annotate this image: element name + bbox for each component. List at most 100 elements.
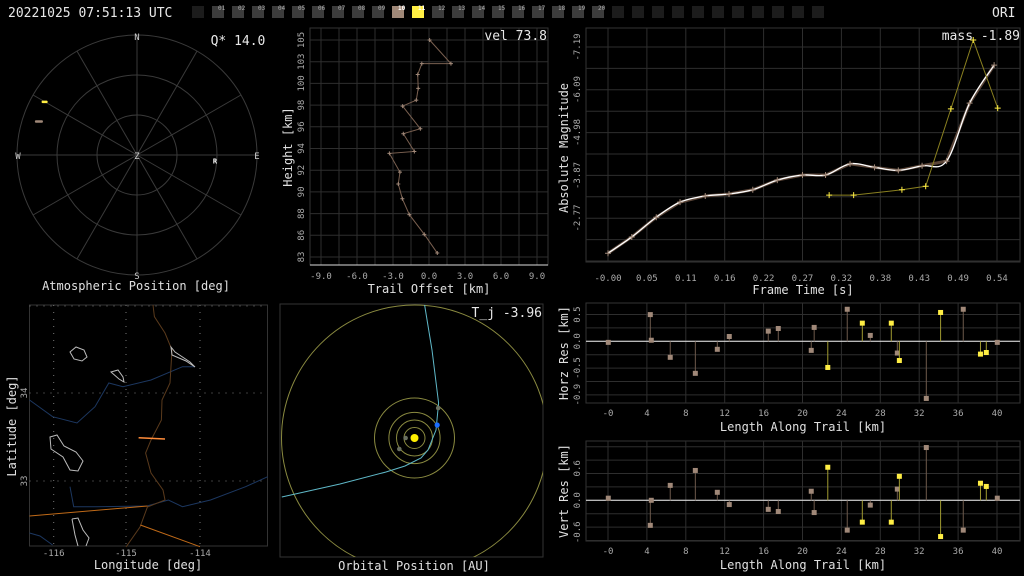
y-tick-label: 0.5 xyxy=(573,306,583,322)
trail-point xyxy=(419,61,424,66)
camera2-magnitude-point xyxy=(898,186,905,193)
station-code: ORI xyxy=(992,6,1015,21)
x-tick-label: 36 xyxy=(953,547,964,557)
azimuth-spoke xyxy=(32,154,138,216)
camera1-residual-point xyxy=(844,306,850,312)
map-ylabel: Latitude [deg] xyxy=(5,375,19,476)
vertical-residual-plot: -0 4 8 12 16 20 24 28 32 36 40 0.6 0.0 -0.6 xyxy=(573,440,1021,557)
frame-slot-empty xyxy=(632,6,644,18)
y-tick-label: -2.77 xyxy=(573,204,583,231)
camera1-magnitude-point xyxy=(895,167,902,174)
sun-icon xyxy=(410,434,419,442)
y-tick-label: 0.0 xyxy=(573,492,583,508)
frame-number: 09 xyxy=(378,5,386,12)
map-lakes xyxy=(49,345,196,547)
x-tick-label: -9.0 xyxy=(310,272,332,282)
frame-slot-empty xyxy=(732,6,744,18)
frame-number: 08 xyxy=(358,5,366,12)
frame-number: 18 xyxy=(558,5,566,12)
frame-number: 07 xyxy=(338,5,346,12)
x-tick-label: 20 xyxy=(797,409,808,419)
meteoroid-orbit xyxy=(281,304,440,498)
camera2-residual-point xyxy=(825,464,831,470)
camera1-residual-point xyxy=(923,395,929,401)
map-border xyxy=(29,505,148,517)
camera1-residual-point xyxy=(811,324,817,330)
camera1-residual-point xyxy=(714,346,720,352)
map-boundary xyxy=(125,304,173,548)
timestamp: 20221025 07:51:13 UTC xyxy=(8,6,172,21)
camera2-magnitude-point xyxy=(994,105,1001,112)
camera1-residual-point xyxy=(667,354,673,360)
meteor-track-camera1 xyxy=(34,120,43,123)
frame-slot-empty xyxy=(812,6,824,18)
camera1-magnitude-point xyxy=(726,191,733,198)
y-tick-label: 83 xyxy=(297,252,307,263)
x-tick-label: 28 xyxy=(875,547,886,557)
height-offset-plot: 105 103 100 98 96 94 92 90 88 86 83-9.0 -6.0 -3.0 0.0… xyxy=(297,27,549,282)
trail-point xyxy=(396,182,401,187)
height-xlabel: Trail Offset [km] xyxy=(368,282,491,296)
camera1-magnitude-point xyxy=(871,164,878,171)
y-tick-label: 96 xyxy=(297,121,307,132)
magnitude-ylabel: Absolute Magnitude xyxy=(557,83,571,213)
frame-number: 10 xyxy=(398,5,406,12)
lon-tick: -116 xyxy=(43,549,65,559)
camera2-residual-point xyxy=(888,519,894,525)
frame-slot-empty xyxy=(192,6,204,18)
height-ylabel: Height [km] xyxy=(281,107,295,186)
x-tick-label: -6.0 xyxy=(346,272,368,282)
ground-map-panel: -116 -115 -114 34 33 Longitude [deg] Lat… xyxy=(5,304,268,572)
frame-number: 06 xyxy=(318,5,326,12)
magnitude-plot: -0.00 0.05 0.11 0.16 0.22 0.27 0.32 0.38 0.43 0.4… xyxy=(573,27,1021,284)
y-tick-label: 100 xyxy=(297,75,307,91)
camera1-residual-point xyxy=(808,347,814,353)
frame-number: 20 xyxy=(598,5,606,12)
camera1-residual-point xyxy=(994,339,1000,345)
camera1-magnitude-point xyxy=(702,192,709,199)
cardinal-w: W xyxy=(15,152,21,162)
x-tick-label: 0.05 xyxy=(636,274,658,284)
x-tick-label: 16 xyxy=(758,547,769,557)
frame-number: 11 xyxy=(418,5,426,12)
frame-slot-empty xyxy=(792,6,804,18)
map-frame xyxy=(29,304,268,547)
frame-number: 14 xyxy=(478,5,486,12)
trail-point xyxy=(415,72,420,77)
x-tick-label: 0.49 xyxy=(947,274,969,284)
horizontal-residual-plot: -0 4 8 12 16 20 24 28 32 36 40 0.5 0.0 -0.5 -0.9 xyxy=(573,302,1021,419)
atmospheric-position-panel: NSW EZ R xyxy=(15,33,259,282)
camera1-residual-point xyxy=(726,502,732,508)
camera2-residual-point xyxy=(983,483,989,489)
camera1-residual-point xyxy=(775,508,781,514)
camera2-residual-point xyxy=(896,358,902,364)
x-tick-label: 4 xyxy=(644,547,649,557)
azimuth-spoke xyxy=(136,154,242,216)
cardinal-e: E xyxy=(254,152,259,162)
atmos-title: Atmospheric Position [deg] xyxy=(42,279,230,293)
trail-point xyxy=(400,196,405,201)
lat-tick: 34 xyxy=(20,388,30,399)
x-tick-label: -0 xyxy=(603,409,614,419)
velocity-label: vel 73.8 xyxy=(484,29,547,44)
y-tick-label: 103 xyxy=(297,54,307,70)
camera2-residual-point xyxy=(938,309,944,315)
trail-point xyxy=(416,86,421,91)
orbit-frame xyxy=(279,303,544,558)
horz-res-ylabel: Horz Res [km] xyxy=(557,306,571,400)
x-tick-label: 4 xyxy=(644,409,649,419)
camera1-residual-point xyxy=(605,495,611,501)
y-tick-label: 94 xyxy=(297,143,307,154)
camera1-residual-point xyxy=(648,497,654,503)
orbit-panel: T_j -3.96 Orbital Position [AU] xyxy=(279,303,544,573)
camera1-residual-point xyxy=(960,306,966,312)
planet-venus xyxy=(397,446,402,452)
camera1-residual-point xyxy=(647,522,653,528)
zenith-label: Z xyxy=(134,152,140,162)
camera1-residual-point xyxy=(923,445,929,451)
meteor-report-canvas: 20221025 07:51:13 UTC 01 02 03 04 05 06 07 08 09… xyxy=(5,5,1021,573)
x-tick-label: 40 xyxy=(992,547,1003,557)
frame-strip: 01 02 03 04 05 06 07 08 09 10 11 12 13 14 15 16 17 18 19 20 xyxy=(192,5,824,18)
camera1-residual-point xyxy=(867,332,873,338)
x-tick-label: 9.0 xyxy=(529,272,545,282)
